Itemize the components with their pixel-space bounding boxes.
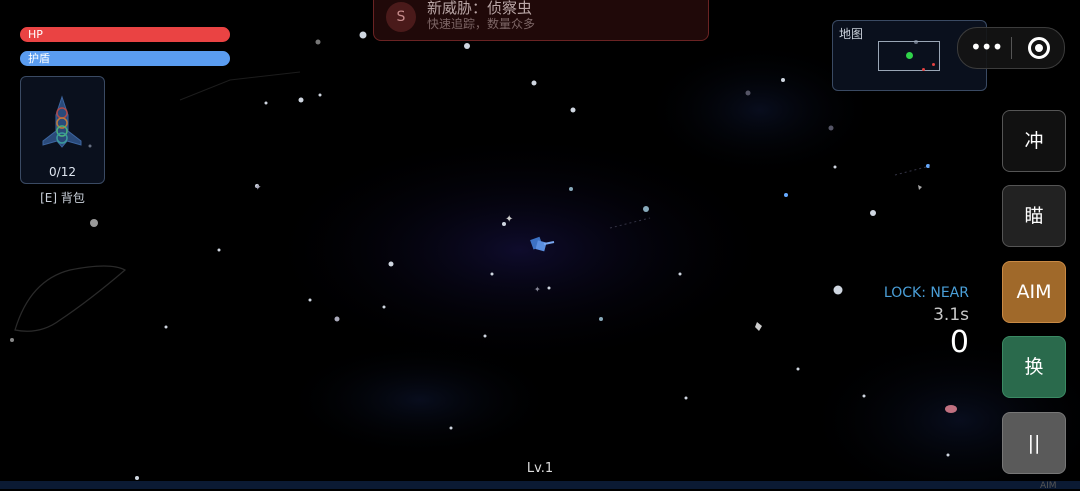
- shield-bar-fill: [20, 51, 230, 66]
- miniprogram-capsule: •••: [957, 27, 1065, 69]
- backpack-button[interactable]: 0/12: [20, 76, 105, 184]
- backpack-label: [E] 背包: [40, 191, 85, 205]
- capsule-divider: [1011, 37, 1012, 59]
- lock-status: LOCK: NEAR: [883, 285, 969, 301]
- corner-label: AIM: [1040, 481, 1057, 491]
- score: 0: [949, 325, 969, 360]
- faint-debris-outline: [14, 265, 127, 332]
- hp-bar-fill: [20, 27, 230, 42]
- sparkle: ✦: [505, 214, 513, 225]
- lock-timer: 3.1s: [933, 305, 969, 325]
- hp-bar: HP: [20, 27, 230, 42]
- target-circle-icon[interactable]: [1028, 37, 1050, 59]
- faint-debris-line: [179, 71, 301, 101]
- sparkle: ✦: [254, 183, 262, 193]
- asteroid-shard: [755, 322, 762, 331]
- pause-button[interactable]: ||: [1002, 412, 1066, 474]
- minimap-enemy-marker: [932, 63, 935, 66]
- minimap-title: 地图: [839, 27, 864, 41]
- minimap-player-marker: [906, 52, 913, 59]
- more-dots-icon[interactable]: •••: [970, 37, 1003, 57]
- shield-label: 护盾: [28, 52, 50, 65]
- threat-subtitle: 快速追踪，数量众多: [427, 17, 536, 31]
- hp-label: HP: [28, 28, 43, 41]
- level-indicator: Lv.1: [526, 461, 554, 476]
- switch-weapon-button[interactable]: 换: [1002, 336, 1066, 398]
- shield-bar: 护盾: [20, 51, 230, 66]
- sparkle: ✦: [534, 285, 541, 294]
- enemy-scout: [945, 405, 957, 413]
- spaceship-icon: [42, 95, 82, 148]
- minimap-enemy-marker: [922, 68, 925, 71]
- dash-button[interactable]: 冲: [1002, 110, 1066, 172]
- bottom-strip: [0, 481, 1080, 489]
- threat-banner: S 新威胁：侦察虫 快速追踪，数量众多: [373, 0, 709, 41]
- asteroid-shard: [918, 185, 922, 190]
- aim-button[interactable]: AIM: [1002, 261, 1066, 323]
- threat-badge: S: [386, 2, 416, 32]
- aim-cn-button[interactable]: 瞄: [1002, 185, 1066, 247]
- bullet-trail: [894, 165, 931, 176]
- backpack-count: 0/12: [49, 165, 76, 179]
